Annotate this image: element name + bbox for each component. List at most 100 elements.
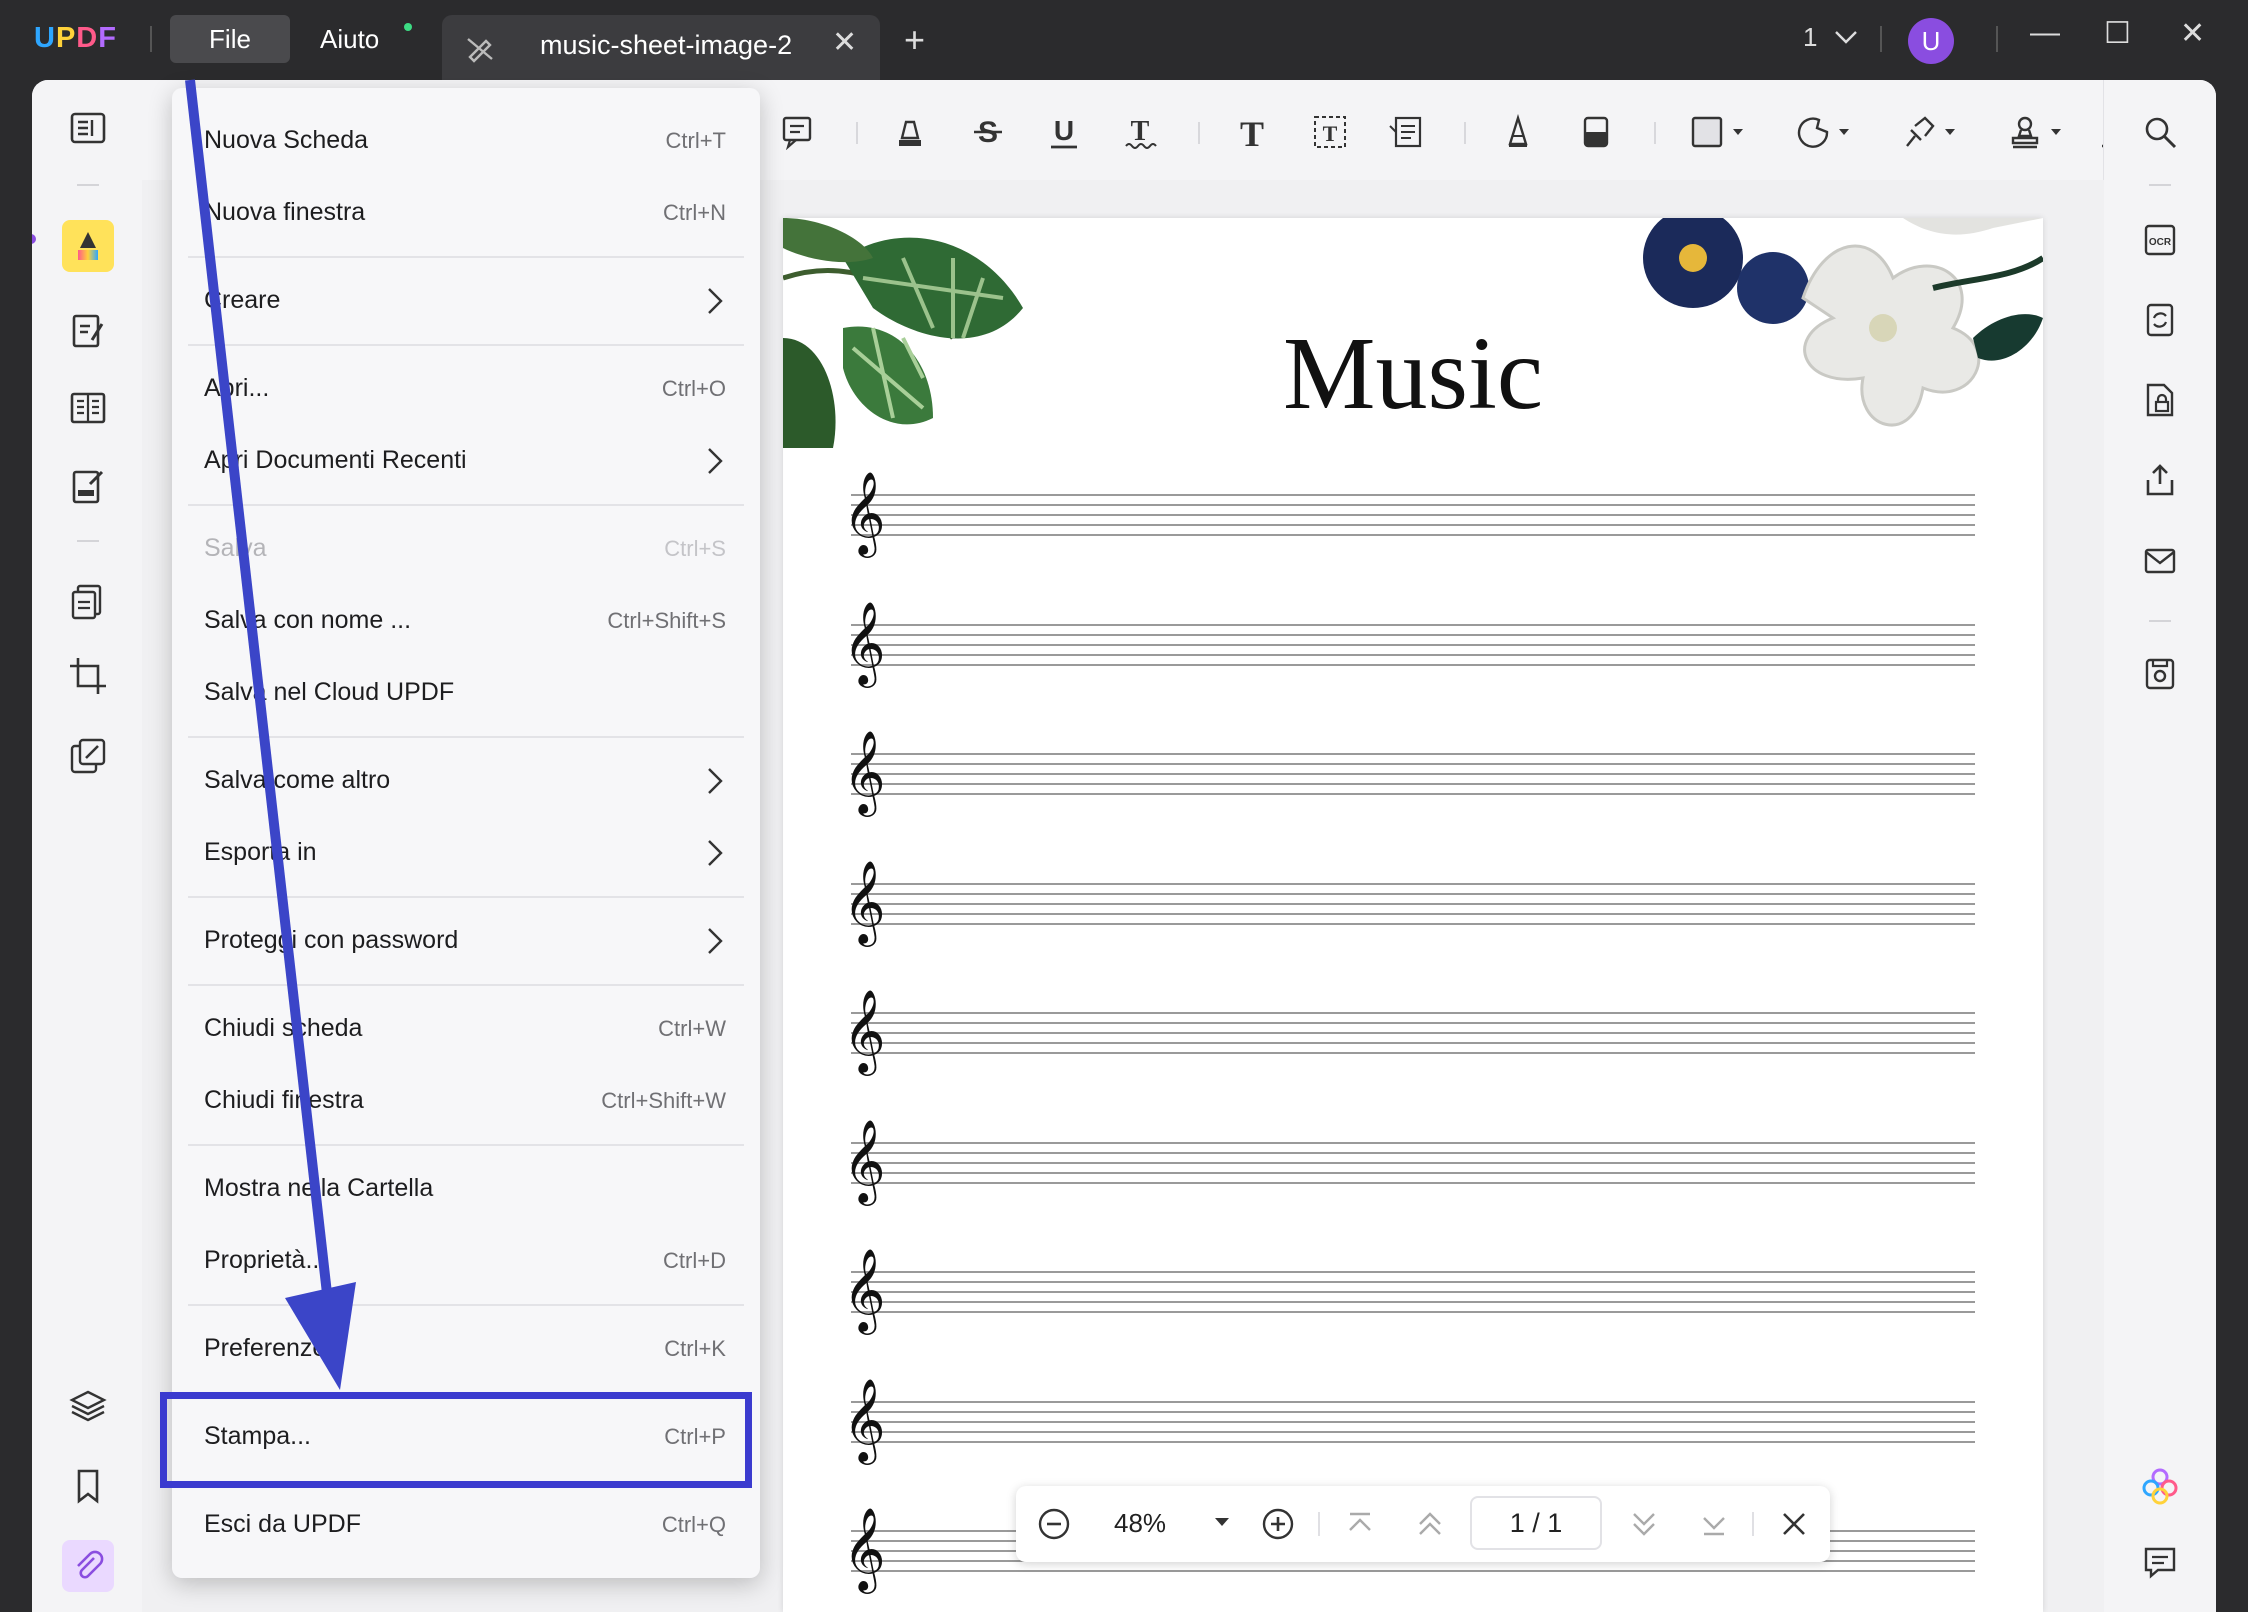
staff-line [851, 653, 1975, 656]
file-dropdown-menu: Nuova Scheda Ctrl+T Nuova finestra Ctrl+N Cr… [172, 88, 760, 1578]
menu-item-label: Salva come altro [204, 766, 391, 794]
bookmark-icon[interactable] [62, 1460, 114, 1512]
menu-item[interactable]: Mostra nella Cartella [204, 1158, 728, 1222]
text-callout-icon[interactable] [1382, 108, 1430, 156]
text-icon[interactable]: T [1228, 108, 1276, 156]
menu-item[interactable]: Nuova finestra Ctrl+N [204, 182, 728, 246]
music-staff: 𝄞 [843, 731, 1975, 811]
document-title: Music [1283, 316, 1543, 431]
chevron-right-icon [704, 836, 726, 875]
page-number-input[interactable]: 1 / 1 [1470, 1496, 1602, 1550]
close-window-button[interactable]: ✕ [2180, 16, 2205, 51]
page-layout-icon[interactable] [62, 382, 114, 434]
share-icon[interactable] [2134, 454, 2186, 506]
tools-icon[interactable] [62, 730, 114, 782]
save-icon[interactable] [2134, 648, 2186, 700]
convert-icon[interactable] [2134, 294, 2186, 346]
print-highlight-box [160, 1392, 752, 1488]
highlighter-icon[interactable] [886, 108, 934, 156]
menu-item-shortcut: Ctrl+K [664, 1336, 726, 1361]
text-box-icon[interactable]: T [1306, 108, 1354, 156]
previous-page-icon[interactable] [1412, 1506, 1448, 1542]
menu-item[interactable]: Chiudi finestra Ctrl+Shift+W [204, 1070, 728, 1134]
staff-line [851, 783, 1975, 785]
stamp-dropdown-icon[interactable] [2002, 108, 2072, 156]
menu-item-label: Esci da UPDF [204, 1510, 361, 1538]
treble-clef: 𝄞 [843, 1117, 886, 1202]
menu-item[interactable]: Salva nel Cloud UPDF [204, 662, 728, 726]
svg-text:T: T [1323, 121, 1338, 146]
zoom-out-icon[interactable] [1036, 1506, 1072, 1542]
last-page-icon[interactable] [1696, 1506, 1732, 1542]
menu-item-label: Proprietà... [204, 1246, 327, 1274]
zoom-navigation-bar: 48% 1 / 1 [1016, 1486, 1830, 1562]
new-tab-button[interactable]: + [904, 22, 925, 58]
music-staff: 𝄞 [843, 861, 1975, 941]
updf-logo: UPDF [34, 22, 117, 54]
tab-close-icon[interactable]: ✕ [832, 25, 857, 60]
menu-item-label: Esporta in [204, 838, 317, 866]
zoom-dropdown-icon[interactable] [1212, 1512, 1232, 1532]
organize-pages-icon[interactable] [62, 576, 114, 628]
menu-item[interactable]: Esporta in [204, 822, 728, 886]
sticker-dropdown-icon[interactable] [1790, 108, 1860, 156]
email-icon[interactable] [2134, 534, 2186, 586]
pencil-icon[interactable] [1494, 108, 1542, 156]
document-tab[interactable]: music-sheet-image-2 ✕ [442, 15, 880, 80]
edit-pdf-icon[interactable] [62, 304, 114, 356]
menu-item[interactable]: Apri Documenti Recenti [204, 430, 728, 494]
comment-tool-icon[interactable] [62, 220, 114, 272]
comments-panel-icon[interactable] [2134, 1536, 2186, 1588]
close-zoombar-icon[interactable] [1776, 1506, 1812, 1542]
shape-dropdown-icon[interactable] [1684, 108, 1754, 156]
menu-item-label: Nuova Scheda [204, 126, 369, 154]
underline-icon[interactable]: U [1040, 108, 1088, 156]
window-count-dropdown[interactable]: 1 [1803, 22, 1859, 53]
maximize-button[interactable]: ☐ [2104, 16, 2131, 51]
squiggly-icon[interactable]: T [1116, 108, 1164, 156]
first-page-icon[interactable] [1342, 1506, 1378, 1542]
eraser-icon[interactable] [1572, 108, 1620, 156]
strikethrough-icon[interactable]: S [964, 108, 1012, 156]
menu-separator [188, 1304, 744, 1306]
chevron-right-icon [704, 444, 726, 483]
protect-icon[interactable] [2134, 374, 2186, 426]
zoom-in-icon[interactable] [1260, 1506, 1296, 1542]
menu-item[interactable]: Nuova Scheda Ctrl+T [204, 110, 728, 174]
pin-dropdown-icon[interactable] [1896, 108, 1966, 156]
menu-item[interactable]: Salva con nome ... Ctrl+Shift+S [204, 590, 728, 654]
menu-item[interactable]: Chiudi scheda Ctrl+W [204, 998, 728, 1062]
minimize-button[interactable]: — [2030, 16, 2060, 50]
menu-item[interactable]: Proprietà... Ctrl+D [204, 1230, 728, 1294]
fill-sign-icon[interactable] [62, 460, 114, 512]
search-icon[interactable] [2134, 106, 2186, 158]
updf-ai-icon[interactable] [2134, 1460, 2186, 1512]
help-menu-button[interactable]: Aiuto [320, 15, 379, 63]
ocr-icon[interactable]: OCR [2134, 214, 2186, 266]
menu-item[interactable]: Proteggi con password [204, 910, 728, 974]
menu-item[interactable]: Salva come altro [204, 750, 728, 814]
crop-icon[interactable] [62, 650, 114, 702]
menu-item-label: Apri Documenti Recenti [204, 446, 467, 474]
menu-separator [188, 984, 744, 986]
menu-item-shortcut: Ctrl+Q [661, 1512, 726, 1537]
reader-icon[interactable] [62, 102, 114, 154]
menu-item[interactable]: Apri... Ctrl+O [204, 358, 728, 422]
next-page-icon[interactable] [1626, 1506, 1662, 1542]
staff-line [851, 1440, 1975, 1443]
layers-icon[interactable] [62, 1380, 114, 1432]
menu-item[interactable]: Creare [204, 270, 728, 334]
zoom-level[interactable]: 48% [1114, 1508, 1166, 1539]
menu-item[interactable]: Preferenze... Ctrl+K [204, 1318, 728, 1382]
user-avatar[interactable]: U [1908, 18, 1954, 64]
menu-item-label: Creare [204, 286, 281, 314]
menu-item[interactable]: Esci da UPDF Ctrl+Q [204, 1494, 728, 1558]
treble-clef: 𝄞 [843, 729, 886, 813]
chevron-down-icon [1834, 31, 1857, 44]
title-separator [1880, 26, 1882, 52]
attachment-icon[interactable] [62, 1540, 114, 1592]
menu-item-label: Salva con nome ... [204, 606, 412, 634]
staff-line [851, 663, 1975, 666]
file-menu-button[interactable]: File [170, 15, 290, 63]
note-icon[interactable] [774, 108, 822, 156]
